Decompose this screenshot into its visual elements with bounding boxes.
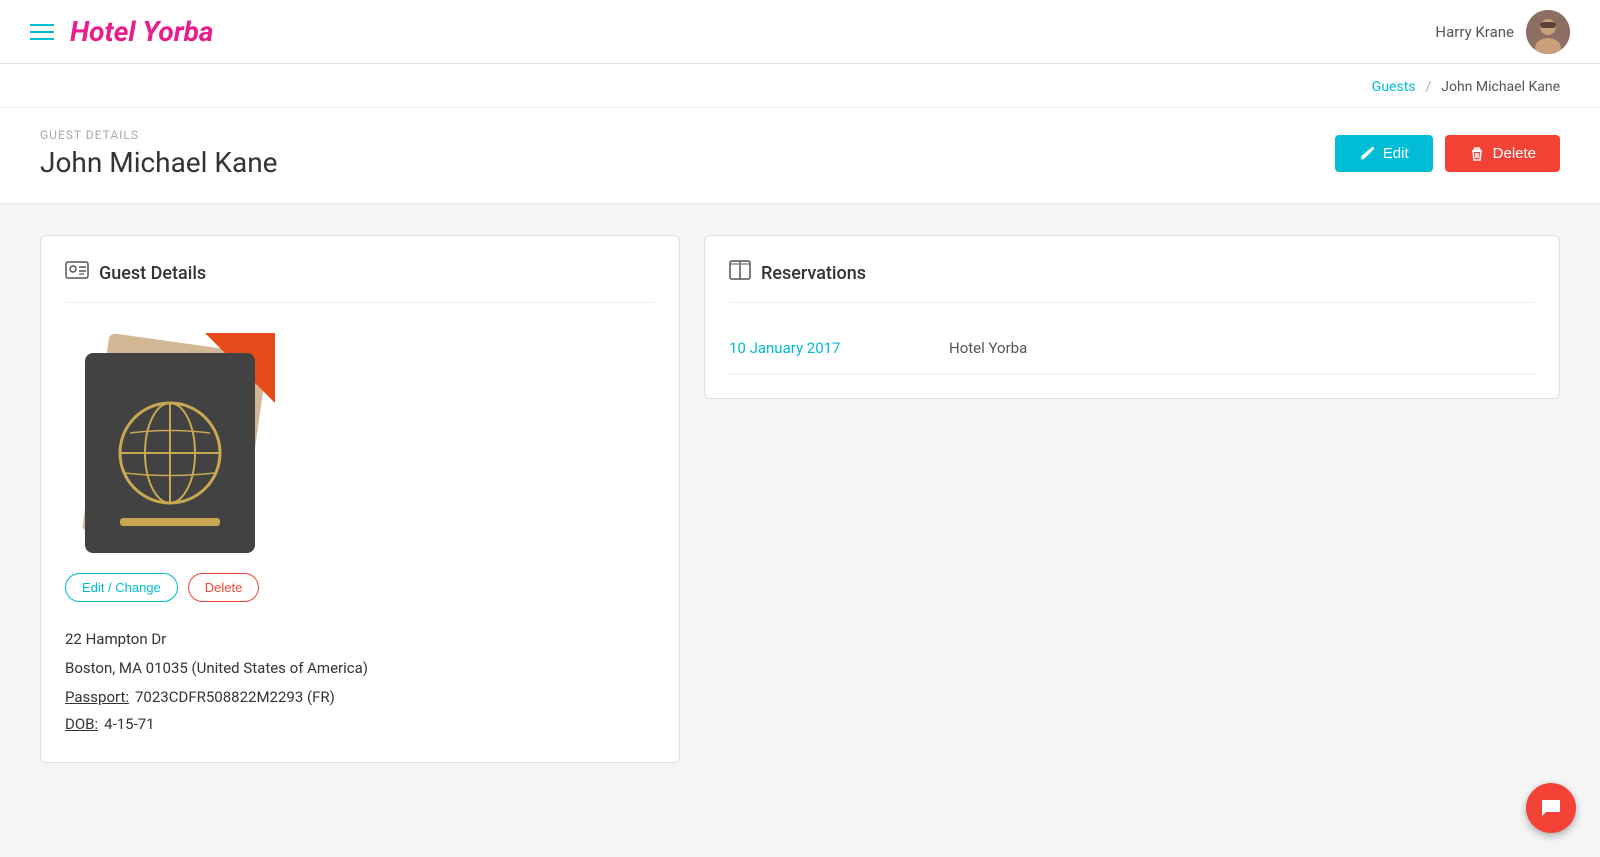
header-left: Hotel Yorba [30,15,213,48]
page-label: GUEST DETAILS [40,128,278,142]
edit-icon [1359,146,1375,162]
main-content: Guest Details [0,205,1600,793]
chat-icon [1539,796,1563,820]
edit-button[interactable]: Edit [1335,135,1433,172]
reservations-card: Reservations 10 January 2017 Hotel Yorba [704,235,1560,399]
delete-button[interactable]: Delete [1445,135,1560,172]
avatar-image [1526,10,1570,54]
book-icon [729,260,751,280]
guest-card-icon [65,260,89,286]
breadcrumb-parent[interactable]: Guests [1372,79,1416,95]
avatar-svg [1526,10,1570,54]
passport-image-wrapper [65,323,295,553]
reservations-card-header: Reservations [729,260,1535,303]
breadcrumb-current: John Michael Kane [1441,79,1560,95]
passport-svg [65,323,295,553]
reservations-list: 10 January 2017 Hotel Yorba [729,323,1535,374]
passport-label: Passport: [65,684,129,711]
reservations-card-title: Reservations [761,263,866,284]
contact-card-icon [65,260,89,280]
header: Hotel Yorba Harry Krane [0,0,1600,64]
breadcrumb: Guests / John Michael Kane [0,64,1600,108]
guest-details-card: Guest Details [40,235,680,763]
delete-photo-button[interactable]: Delete [188,573,260,602]
reservation-row: 10 January 2017 Hotel Yorba [729,323,1535,374]
dob-value: 4-15-71 [104,711,154,738]
edit-change-button[interactable]: Edit / Change [65,573,178,602]
dob-detail: DOB: 4-15-71 [65,711,655,738]
passport-detail: Passport: 7023CDFR508822M2293 (FR) [65,684,655,711]
page-title: John Michael Kane [40,146,278,179]
hamburger-menu[interactable] [30,24,54,40]
address-line2: Boston, MA 01035 (United States of Ameri… [65,655,655,682]
reservations-card-icon [729,260,751,286]
passport-value: 7023CDFR508822M2293 (FR) [135,684,335,711]
page-actions: Edit Delete [1335,135,1560,172]
address-line1: 22 Hampton Dr [65,626,655,653]
delete-icon [1469,146,1485,162]
reservation-date[interactable]: 10 January 2017 [729,339,909,357]
photo-buttons: Edit / Change Delete [65,573,655,602]
dob-label: DOB: [65,711,98,738]
header-right: Harry Krane [1435,10,1570,54]
breadcrumb-separator: / [1425,79,1431,95]
guest-info: 22 Hampton Dr Boston, MA 01035 (United S… [65,626,655,738]
guest-card-title: Guest Details [99,263,206,284]
avatar [1526,10,1570,54]
app-logo: Hotel Yorba [70,15,213,48]
reservation-hotel: Hotel Yorba [949,339,1027,357]
chat-bubble[interactable] [1526,783,1576,833]
page-header-left: GUEST DETAILS John Michael Kane [40,128,278,179]
guest-card-header: Guest Details [65,260,655,303]
page-header: GUEST DETAILS John Michael Kane Edit Del… [0,108,1600,205]
user-name: Harry Krane [1435,23,1514,41]
